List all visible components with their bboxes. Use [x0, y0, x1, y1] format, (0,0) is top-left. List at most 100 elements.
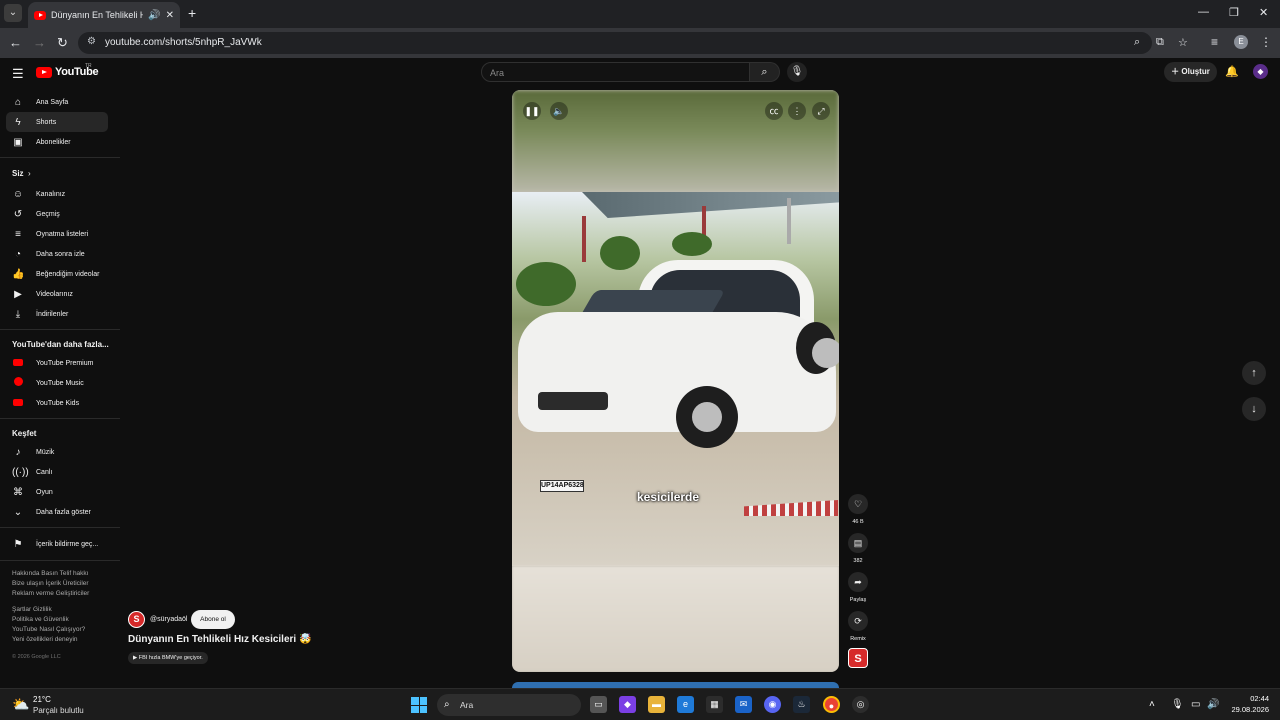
voice-search-button[interactable]: 🎙	[787, 62, 807, 82]
bookmark-star-icon[interactable]: ☆	[1178, 36, 1188, 49]
tab-search-button[interactable]: ⌄	[4, 4, 22, 22]
pause-icon[interactable]: ❚❚	[523, 102, 541, 120]
browser-tab-active[interactable]: Dünyanın En Tehlikeli Hız Ke 🔊 ✕	[28, 2, 180, 28]
footer-links[interactable]: Yeni özellikleri deneyin	[12, 636, 78, 643]
sidebar-item-you-2[interactable]: ≡ Oynatma listeleri	[6, 224, 108, 244]
sidebar-item-more-0[interactable]: YouTube Premium	[6, 353, 108, 373]
mail-icon[interactable]: ✉	[735, 696, 752, 713]
reload-icon[interactable]: ↻	[57, 35, 68, 51]
install-app-icon[interactable]: ⧉	[1156, 36, 1164, 49]
sidebar-item-explore-3[interactable]: ⌄ Daha fazla göster	[6, 502, 108, 522]
tree	[672, 232, 712, 256]
sidebar-item-you-0[interactable]: ☺ Kanalınız	[6, 184, 108, 204]
notifications-bell-icon[interactable]: 🔔	[1225, 65, 1239, 78]
tray-overflow-icon[interactable]: ˄	[1149, 699, 1155, 710]
sidebar-item-main-2[interactable]: ▣ Abonelikler	[6, 132, 108, 152]
search-button[interactable]: ⌕	[750, 62, 780, 82]
browser-menu-icon[interactable]: ⋮	[1260, 35, 1272, 49]
channel-thumbnail[interactable]: S	[848, 648, 868, 668]
next-short-button[interactable]: ↓	[1242, 397, 1266, 421]
comments-button[interactable]: ▤	[848, 533, 868, 553]
sidebar-item-explore-1[interactable]: ((·)) Canlı	[6, 462, 108, 482]
taskbar-search[interactable]: ⌕ Ara	[437, 694, 581, 716]
search-input[interactable]: Ara	[481, 62, 750, 82]
guide-menu-icon[interactable]: ☰	[12, 66, 24, 82]
car-wheel-rear	[796, 322, 839, 374]
volume-icon[interactable]: 🔈	[550, 102, 568, 120]
zoom-icon[interactable]: ⌕	[1134, 36, 1140, 49]
sidebar-item-you-6[interactable]: ⤓ İndirilenler	[6, 304, 108, 324]
sidebar-item-more-1[interactable]: YouTube Music	[6, 373, 108, 393]
sidebar-item-you-1[interactable]: ↺ Geçmiş	[6, 204, 108, 224]
download-icon: ⤓	[15, 308, 21, 320]
close-window-icon[interactable]: ✕	[1259, 6, 1268, 19]
like-button[interactable]: ♡	[848, 494, 868, 514]
sidebar-item-you-4[interactable]: 👍 Beğendiğim videolar	[6, 264, 108, 284]
clock-time[interactable]: 02:44	[1229, 694, 1269, 703]
sidebar-item-report[interactable]: ⚑ İçerik bildirme geç...	[6, 534, 108, 554]
subscribe-button[interactable]: Abone ol	[191, 610, 235, 629]
sidebar-item-you-5[interactable]: ▶ Videolarınız	[6, 284, 108, 304]
back-icon[interactable]: ←	[9, 35, 22, 50]
minimize-icon[interactable]: —	[1198, 6, 1209, 18]
tab-close-icon[interactable]: ✕	[166, 10, 174, 21]
footer-links[interactable]: Şartlar Gizlilik	[12, 606, 52, 613]
footer-links[interactable]: Hakkında Basın Telif hakkı	[12, 570, 88, 577]
footer-links[interactable]: Bize ulaşın İçerik Üreticiler	[12, 580, 89, 587]
windows-taskbar: ⛅ 21°C Parçalı bulutlu ⌕ Ara ▭ ◆ ▬ e ▦ ✉…	[0, 688, 1280, 720]
file-explorer-icon[interactable]: ▬	[648, 696, 665, 713]
sidebar-item-more-2[interactable]: YouTube Kids	[6, 393, 108, 413]
task-view-icon[interactable]: ▭	[590, 696, 607, 713]
remix-button[interactable]: ⟳	[848, 611, 868, 631]
app-icon[interactable]: ◎	[852, 696, 869, 713]
captions-icon[interactable]: ㏄	[765, 102, 783, 120]
edge-icon[interactable]: e	[677, 696, 694, 713]
sidebar-item-main-0[interactable]: ⌂ Ana Sayfa	[6, 92, 108, 112]
m365-icon[interactable]: ◆	[619, 696, 636, 713]
sidebar-item-explore-2[interactable]: ⌘ Oyun	[6, 482, 108, 502]
more-options-icon[interactable]: ⋮	[788, 102, 806, 120]
footer-links[interactable]: Reklam verme Geliştiriciler	[12, 590, 89, 597]
clock-date[interactable]: 29.08.2026	[1219, 705, 1269, 714]
site-info-icon[interactable]: ⚙	[87, 36, 96, 47]
share-icon: ➦	[854, 577, 862, 587]
reading-list-icon[interactable]: ≡	[1211, 35, 1218, 49]
chevron-right-icon[interactable]: ›	[28, 169, 31, 178]
share-button[interactable]: ➦	[848, 572, 868, 592]
url-text[interactable]: youtube.com/shorts/5nhpR_JaVWk	[105, 37, 262, 48]
weather-description[interactable]: Parçalı bulutlu	[33, 706, 84, 715]
tab-audio-icon[interactable]: 🔊	[148, 10, 160, 21]
discord-icon[interactable]: ◉	[764, 696, 781, 713]
steam-icon[interactable]: ♨	[793, 696, 810, 713]
shorts-video-player[interactable]: UP14AP6328 kesicilerde ❚❚ 🔈 ㏄ ⋮ ⤢	[512, 90, 839, 672]
sidebar-item-label: Oyun	[36, 488, 53, 496]
network-icon[interactable]: ▭	[1191, 699, 1200, 710]
address-bar[interactable]: ⚙ youtube.com/shorts/5nhpR_JaVWk ⌕ ⧉ ☆	[78, 32, 1188, 54]
sound-chip[interactable]: ▶ FBI hızla BMW'ye geçiyor.	[128, 652, 208, 664]
store-icon[interactable]: ▦	[706, 696, 723, 713]
sidebar-item-you-3[interactable]: ◔ Daha sonra izle	[6, 244, 108, 264]
weather-temperature[interactable]: 21°C	[33, 695, 51, 704]
channel-avatar[interactable]: S	[128, 611, 145, 628]
create-button[interactable]: ＋ Oluştur	[1164, 62, 1217, 82]
forward-icon[interactable]: →	[33, 35, 46, 50]
channel-handle[interactable]: @süryadaöl	[150, 616, 187, 623]
youtube-favicon-icon	[34, 10, 46, 20]
fullscreen-icon[interactable]: ⤢	[812, 102, 830, 120]
footer-links[interactable]: Politika ve Güvenlik	[12, 616, 69, 623]
chrome-icon[interactable]: ●	[823, 696, 840, 713]
sidebar-item-explore-0[interactable]: ♪ Müzik	[6, 442, 108, 462]
restore-icon[interactable]: ❐	[1229, 6, 1239, 19]
windows-start-icon[interactable]	[411, 697, 427, 713]
footer-links[interactable]: YouTube Nasıl Çalışıyor?	[12, 626, 85, 633]
sidebar-heading-you[interactable]: Siz	[12, 169, 24, 178]
browser-profile-avatar[interactable]: E	[1234, 35, 1248, 49]
speaker-icon[interactable]: 🔊	[1207, 699, 1219, 710]
sidebar-item-main-1[interactable]: ϟ Shorts	[6, 112, 108, 132]
account-avatar[interactable]: ◆	[1253, 64, 1268, 79]
previous-short-button[interactable]: ↑	[1242, 361, 1266, 385]
microphone-tray-icon[interactable]: 🎙	[1171, 699, 1184, 710]
new-tab-button[interactable]: +	[188, 5, 196, 21]
weather-partly-cloudy-icon[interactable]: ⛅	[12, 696, 29, 713]
arrow-up-icon: ↑	[1251, 367, 1257, 379]
